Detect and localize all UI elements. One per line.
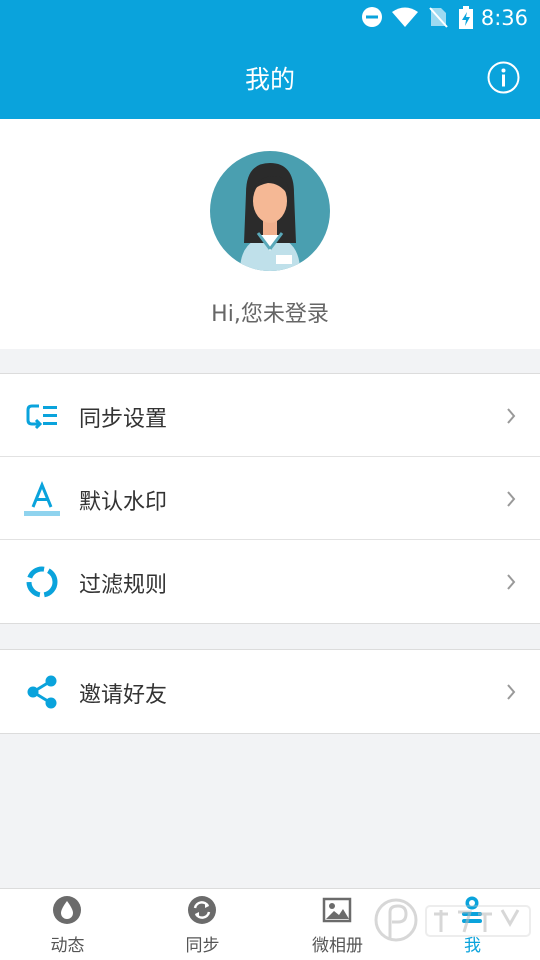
menu-item-watermark[interactable]: 默认水印 (0, 457, 540, 540)
menu-item-invite-friends[interactable]: 邀请好友 (0, 650, 540, 733)
app-bar: 8:36 我的 (0, 0, 540, 119)
wifi-icon (392, 7, 418, 27)
do-not-disturb-icon (362, 7, 382, 27)
tab-label: 动态 (50, 936, 85, 956)
status-time: 8:36 (480, 6, 528, 30)
page-title: 我的 (244, 65, 295, 94)
watermark-icon (24, 481, 60, 516)
no-sim-icon (429, 7, 448, 28)
sync-icon (188, 896, 216, 924)
image-icon (322, 897, 352, 923)
tab-label: 同步 (185, 936, 220, 956)
menu-item-filter-rules[interactable]: 过滤规则 (0, 540, 540, 623)
drop-icon (53, 896, 81, 924)
share-icon (27, 675, 57, 709)
site-watermark-logo (374, 898, 531, 942)
settings-group: 同步设置 默认水印 过滤规则 (0, 373, 540, 624)
menu-label: 默认水印 (79, 490, 168, 515)
tab-moments[interactable]: 动态 (0, 889, 135, 960)
menu-item-sync-settings[interactable]: 同步设置 (0, 374, 540, 457)
tab-sync[interactable]: 同步 (135, 889, 270, 960)
invite-group: 邀请好友 (0, 649, 540, 734)
menu-label: 过滤规则 (79, 573, 168, 598)
status-bar: 8:36 (0, 0, 540, 36)
chevron-right-icon (507, 574, 516, 590)
chevron-right-icon (507, 408, 516, 424)
profile-card: Hi,您未登录 (0, 119, 540, 349)
login-hint[interactable]: Hi,您未登录 (0, 296, 540, 328)
chevron-right-icon (507, 684, 516, 700)
battery-charging-icon (459, 6, 473, 29)
sync-settings-icon (26, 404, 57, 430)
menu-label: 邀请好友 (79, 683, 168, 708)
menu-label: 同步设置 (79, 407, 168, 432)
avatar[interactable] (210, 151, 330, 271)
chevron-right-icon (507, 491, 516, 507)
info-icon[interactable] (487, 61, 520, 94)
filter-rule-icon (26, 566, 58, 598)
